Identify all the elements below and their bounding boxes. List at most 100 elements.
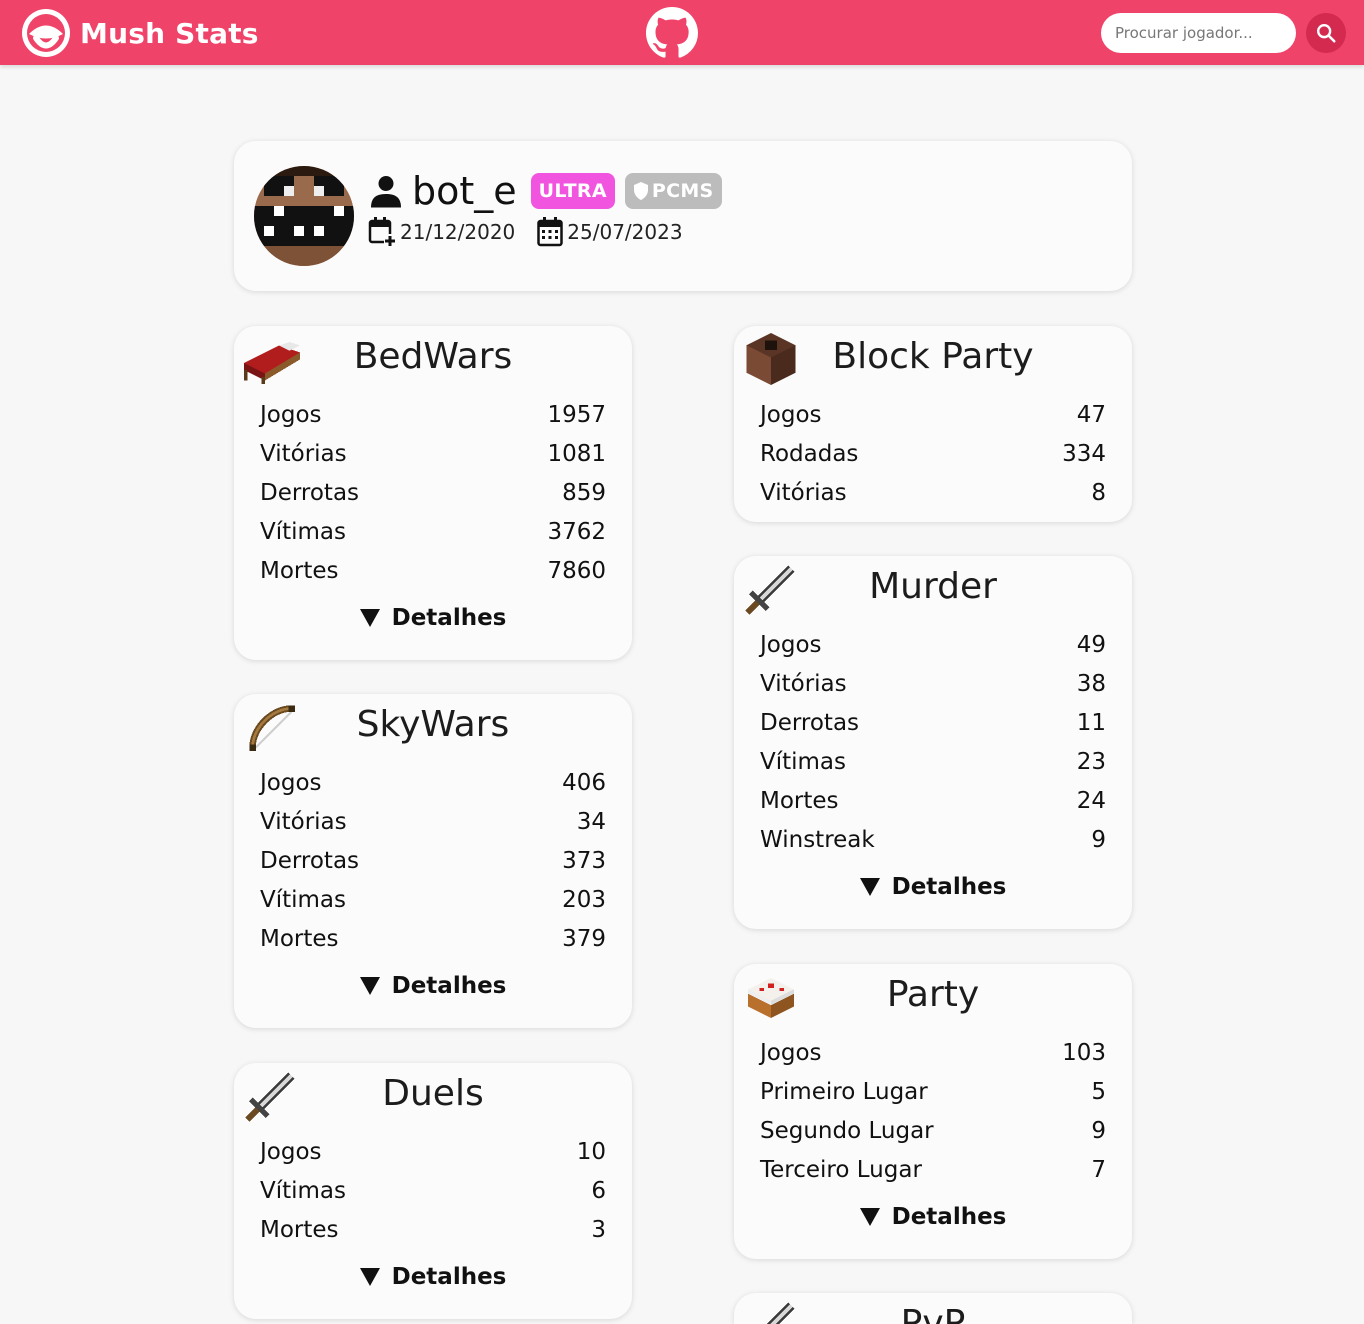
stat-value: 49 [1076,631,1106,658]
stat-label: Mortes [260,557,339,584]
stat-label: Terceiro Lugar [760,1156,922,1183]
stat-label: Jogos [760,401,822,428]
stat-value: 203 [562,886,606,913]
profile-card: bot_e ULTRA PCMS 21/12/2020 25/07/2023 [234,141,1132,291]
details-label: Detalhes [391,605,507,631]
duels-details-toggle[interactable]: Detalhes [234,1264,632,1290]
stat-label: Vítimas [260,1177,347,1204]
stat-label: Jogos [760,631,822,658]
party-details-toggle[interactable]: Detalhes [734,1204,1132,1230]
stat-row: Jogos 49 [760,625,1106,664]
stat-value: 373 [562,847,606,874]
player-avatar [254,166,354,266]
stat-label: Jogos [260,401,322,428]
stat-label: Segundo Lugar [760,1117,934,1144]
stat-value: 24 [1076,787,1106,814]
bedwars-title: BedWars [353,336,513,377]
stat-row: Segundo Lugar 9 [760,1111,1106,1150]
search-button[interactable] [1306,13,1346,53]
stat-row: Mortes 24 [760,781,1106,820]
stat-row: Vítimas 23 [760,742,1106,781]
stat-label: Vitórias [760,479,847,506]
user-icon [371,176,401,208]
stat-value: 379 [562,925,606,952]
stat-value: 9 [1091,1117,1106,1144]
details-label: Detalhes [391,973,507,999]
clan-badge-label: PCMS [651,180,714,202]
stat-label: Vítimas [760,748,847,775]
caret-down-icon [359,609,380,627]
stat-value: 8 [1091,479,1106,506]
rank-badge: ULTRA [530,173,615,209]
stat-row: Vitórias 38 [760,664,1106,703]
last-login-date: 25/07/2023 [567,220,683,244]
pvp-title: PvP [900,1303,966,1324]
bedwars-card: BedWars Jogos 1957 Vitórias 1081 Derrotas 8… [234,326,632,660]
stat-label: Vítimas [260,886,347,913]
stat-label: Rodadas [760,440,859,467]
first-login: 21/12/2020 [368,217,515,247]
skywars-title: SkyWars [356,704,510,745]
stat-value: 6 [591,1177,606,1204]
details-label: Detalhes [391,1264,507,1290]
caret-down-icon [859,878,880,896]
stat-row: Jogos 103 [760,1033,1106,1072]
blockparty-title: Block Party [832,336,1034,377]
stat-row: Jogos 1957 [260,395,606,434]
duels-card: Duels Jogos 10 Vítimas 6 Mortes 3 Detalhes [234,1063,632,1319]
player-name: bot_e [412,169,517,213]
stat-value: 11 [1076,709,1106,736]
clan-badge: PCMS [624,173,722,209]
search-input[interactable] [1101,13,1296,53]
stat-value: 7 [1091,1156,1106,1183]
stat-label: Vitórias [260,808,347,835]
stat-value: 3 [591,1216,606,1243]
stat-row: Mortes 379 [260,919,606,958]
stat-value: 859 [562,479,606,506]
blockparty-card: Block Party Jogos 47 Rodadas 334 Vitórias 8 [734,326,1132,522]
stat-value: 38 [1076,670,1106,697]
calendar-icon [537,217,564,247]
stat-row: Jogos 10 [260,1132,606,1171]
stat-value: 23 [1076,748,1106,775]
stat-value: 7860 [547,557,606,584]
stat-value: 47 [1076,401,1106,428]
stat-row: Rodadas 334 [760,434,1106,473]
stat-row: Vitórias 8 [760,473,1106,512]
stat-label: Derrotas [760,709,860,736]
stat-value: 34 [576,808,606,835]
stat-value: 9 [1091,826,1106,853]
search-icon [1317,24,1336,43]
stat-value: 1081 [547,440,606,467]
stat-row: Derrotas 11 [760,703,1106,742]
skywars-details-toggle[interactable]: Detalhes [234,973,632,999]
stat-label: Derrotas [260,847,360,874]
stat-label: Mortes [760,787,839,814]
brand-link[interactable]: Mush Stats [20,7,259,59]
stat-row: Vítimas 203 [260,880,606,919]
shield-icon [633,182,648,200]
stat-value: 103 [1062,1039,1106,1066]
first-login-date: 21/12/2020 [400,220,516,244]
murder-title: Murder [869,566,997,607]
stat-value: 5 [1091,1078,1106,1105]
bedwars-details-toggle[interactable]: Detalhes [234,605,632,631]
stat-label: Derrotas [260,479,360,506]
murder-card: Murder Jogos 49 Vitórias 38 Derrotas 11 Vít… [734,556,1132,929]
details-label: Detalhes [891,874,1007,900]
stat-row: Primeiro Lugar 5 [760,1072,1106,1111]
stat-row: Vitórias 1081 [260,434,606,473]
pvp-card: PvP [734,1293,1132,1324]
stat-row: Terceiro Lugar 7 [760,1150,1106,1189]
stat-row: Jogos 406 [260,763,606,802]
github-icon[interactable] [646,7,698,59]
stat-row: Mortes 3 [260,1210,606,1249]
stat-label: Vítimas [260,518,347,545]
stat-value: 1957 [547,401,606,428]
caret-down-icon [359,977,380,995]
party-card: Party Jogos 103 Primeiro Lugar 5 Segundo L… [734,964,1132,1259]
stat-label: Winstreak [760,826,875,853]
murder-details-toggle[interactable]: Detalhes [734,874,1132,900]
stat-label: Jogos [760,1039,822,1066]
stat-label: Primeiro Lugar [760,1078,928,1105]
